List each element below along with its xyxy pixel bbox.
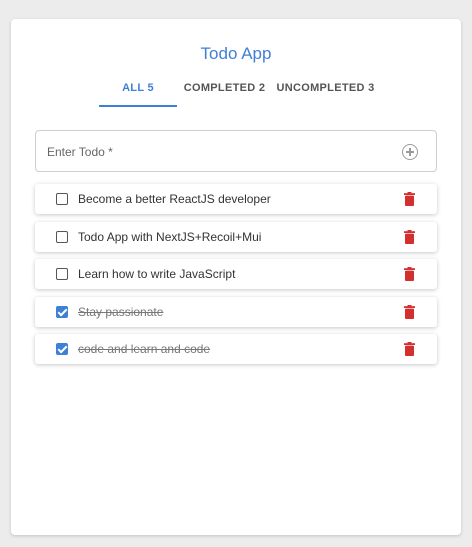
todo-item: code and learn and code <box>35 334 437 364</box>
trash-icon[interactable] <box>404 229 415 244</box>
checkbox-icon[interactable] <box>56 343 68 355</box>
trash-icon[interactable] <box>404 342 415 356</box>
todo-item: Stay passionate <box>35 296 437 327</box>
tab-completed[interactable]: COMPLETED 2 <box>177 75 272 105</box>
checkbox-icon[interactable] <box>56 305 68 318</box>
checkbox-icon[interactable] <box>56 268 68 280</box>
add-circle-icon[interactable] <box>402 144 418 160</box>
trash-icon[interactable] <box>404 192 415 206</box>
todo-text: Stay passionate <box>78 304 164 319</box>
todo-item: Learn how to write JavaScript <box>35 259 437 289</box>
tab-all[interactable]: ALL 5 <box>99 75 177 107</box>
todo-text: Become a better ReactJS developer <box>78 192 271 206</box>
todo-input-field <box>35 130 437 173</box>
todo-item: Todo App with NextJS+Recoil+Mui <box>35 221 437 252</box>
tab-uncompleted[interactable]: UNCOMPLETED 3 <box>272 75 379 105</box>
todo-list: Become a better ReactJS developer Todo A… <box>35 184 437 372</box>
checkbox-icon[interactable] <box>56 193 68 205</box>
app-title: Todo App <box>200 44 272 63</box>
checkbox-icon[interactable] <box>56 230 68 243</box>
todo-text: code and learn and code <box>78 342 211 356</box>
todo-card: Todo App ALL 5 COMPLETED 2 UNCOMPLETED 3… <box>11 19 461 535</box>
trash-icon[interactable] <box>404 267 415 281</box>
todo-input[interactable] <box>45 131 389 173</box>
todo-text: Todo App with NextJS+Recoil+Mui <box>78 229 262 244</box>
todo-text: Learn how to write JavaScript <box>78 267 236 281</box>
todo-item: Become a better ReactJS developer <box>35 184 437 214</box>
trash-icon[interactable] <box>404 304 415 319</box>
